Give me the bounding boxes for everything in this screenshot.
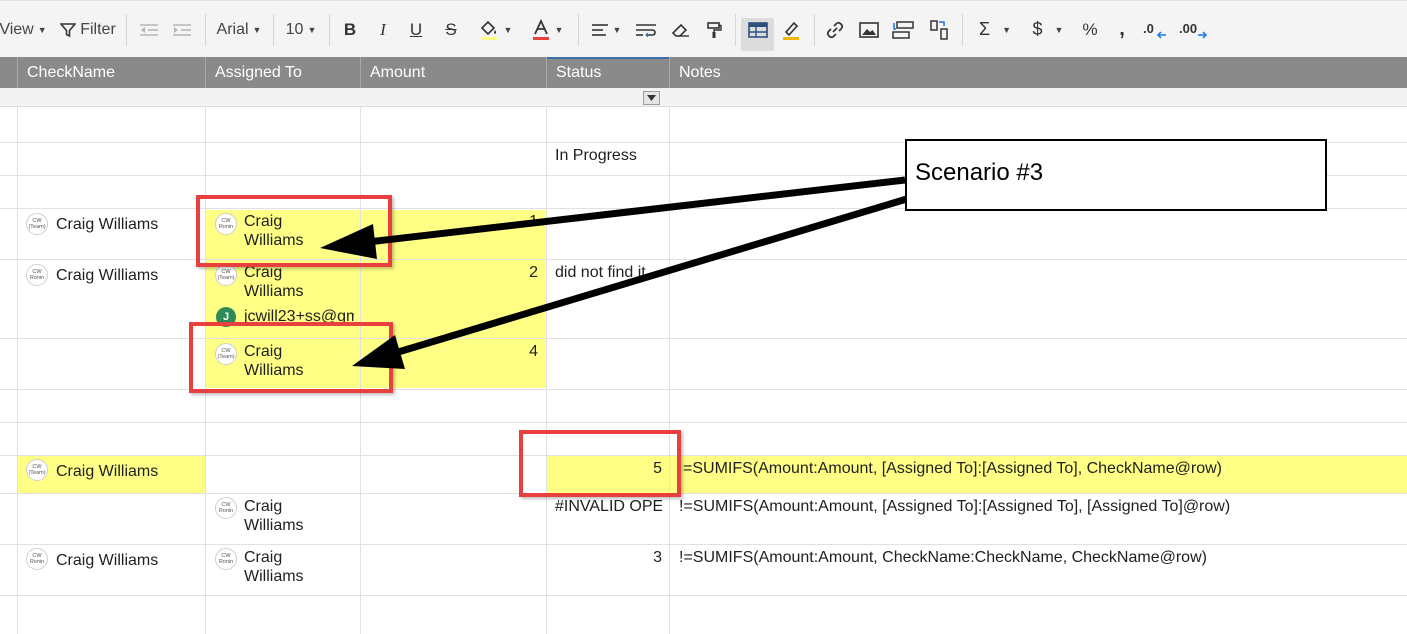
annotation-arrows (320, 176, 922, 369)
arrow-line (367, 176, 906, 246)
arrow-line (393, 191, 922, 357)
callout-text: Scenario #3 (915, 159, 1044, 186)
scenario-callout: Scenario #3 (905, 139, 1327, 211)
arrow-head (320, 224, 377, 259)
arrow-head (352, 335, 405, 369)
